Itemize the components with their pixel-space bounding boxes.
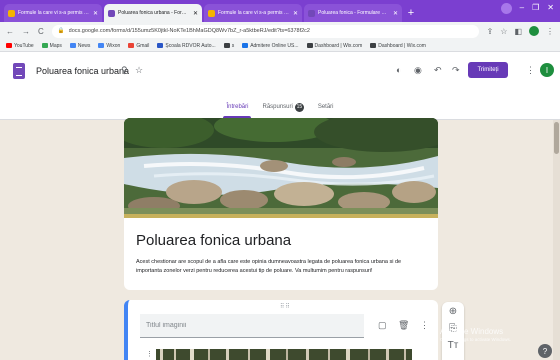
gmail-icon bbox=[128, 43, 135, 48]
bookmarks-bar: YouTube Maps News Wixon Gmail Școala RDV… bbox=[0, 40, 560, 52]
browser-menu-icon[interactable]: ⋮ bbox=[546, 27, 554, 36]
watermark-subtitle: Go to Settings to activate Windows. bbox=[440, 337, 512, 342]
document-title[interactable]: Poluarea fonica urbana bbox=[36, 66, 129, 76]
youtube-icon bbox=[6, 43, 12, 48]
responses-count-badge: 15 bbox=[294, 102, 304, 112]
windows-watermark: Activate Windows Go to Settings to activ… bbox=[440, 327, 511, 342]
maximize-button[interactable]: ❐ bbox=[532, 3, 539, 14]
bookmark-wixon[interactable]: Wixon bbox=[98, 43, 120, 49]
wixon-icon bbox=[98, 43, 105, 48]
browser-avatar[interactable] bbox=[529, 26, 539, 36]
avatar[interactable]: I bbox=[540, 63, 554, 77]
news-icon bbox=[69, 43, 76, 48]
tab-favicon-icon bbox=[208, 9, 215, 17]
tab-label: Formule la care vi s-a permis s... bbox=[218, 10, 290, 16]
admitere-icon bbox=[242, 43, 249, 48]
form-description[interactable]: Acest chestionar are scopul de a afla ca… bbox=[136, 258, 426, 275]
scoala-icon bbox=[157, 43, 164, 48]
bookmark-scoala[interactable]: Școala RDVOR Auto... bbox=[157, 43, 216, 49]
tab-label: Formule la care vi s-a permis s... bbox=[18, 10, 90, 16]
bookmark-admitere[interactable]: Admitere Online US... bbox=[242, 43, 299, 49]
page-scrollbar[interactable] bbox=[553, 120, 560, 360]
close-icon[interactable]: ✕ bbox=[93, 10, 98, 17]
lock-icon: 🔒 bbox=[57, 28, 65, 34]
forms-tabs: Întrebări Răspunsuri 15 Setări bbox=[0, 96, 560, 118]
addon-icon[interactable]: ⚲ bbox=[121, 65, 128, 76]
forest-image[interactable] bbox=[156, 348, 412, 360]
bookmark-youtube[interactable]: YouTube bbox=[6, 43, 34, 49]
river-landscape-image bbox=[124, 118, 438, 214]
tab-label: Poluarea fonica - Formulare Go... bbox=[318, 10, 390, 16]
more-options-icon[interactable]: ⋮ bbox=[420, 320, 429, 331]
tab-responses[interactable]: Răspunsuri 15 bbox=[259, 96, 306, 118]
redo-icon[interactable]: ↷ bbox=[452, 65, 460, 76]
tab-label: Poluarea fonica urbana - Formul... bbox=[118, 10, 190, 16]
back-button[interactable]: ← bbox=[6, 27, 14, 36]
share-icon[interactable]: ⇪ bbox=[487, 27, 494, 36]
copy-icon[interactable]: ▢ bbox=[378, 320, 387, 331]
sidepanel-icon[interactable]: ◧ bbox=[514, 27, 522, 36]
more-icon[interactable]: ⋮ bbox=[526, 65, 535, 76]
wix-icon bbox=[370, 43, 377, 48]
tab-favicon-icon bbox=[8, 9, 15, 17]
url-text: docs.google.com/forms/d/155umz5K0jtkl-No… bbox=[68, 28, 310, 34]
close-window-button[interactable]: ✕ bbox=[547, 3, 554, 14]
star-icon[interactable]: ☆ bbox=[135, 65, 143, 76]
bookmark-s[interactable]: s bbox=[223, 43, 234, 49]
bookmark-wix-dashboard-1[interactable]: Dashboard | Wix.com bbox=[306, 43, 362, 49]
browser-tab-3[interactable]: Formule la care vi s-a permis s... ✕ bbox=[204, 4, 302, 22]
reload-button[interactable]: C bbox=[38, 27, 44, 36]
tab-questions[interactable]: Întrebări bbox=[223, 96, 252, 118]
minimize-button[interactable]: – bbox=[520, 3, 524, 14]
tab-favicon-icon bbox=[108, 9, 115, 17]
maps-icon bbox=[41, 43, 48, 48]
send-button[interactable]: Trimiteți bbox=[468, 62, 508, 78]
wix-icon bbox=[306, 43, 313, 48]
browser-tab-strip: Formule la care vi s-a permis s... ✕ Pol… bbox=[0, 0, 560, 22]
profile-icon[interactable] bbox=[500, 3, 512, 14]
preview-icon[interactable]: ◉ bbox=[414, 65, 422, 76]
help-button[interactable]: ? bbox=[538, 344, 552, 358]
close-icon[interactable]: ✕ bbox=[393, 10, 398, 17]
drag-handle[interactable]: ⠿⠿ bbox=[280, 303, 291, 310]
header-banner-image bbox=[124, 118, 438, 214]
forms-logo-icon[interactable] bbox=[13, 63, 25, 79]
form-title[interactable]: Poluarea fonica urbana bbox=[136, 232, 426, 249]
forest-image-graphic bbox=[156, 349, 412, 360]
tab-settings[interactable]: Setări bbox=[315, 96, 337, 118]
window-controls: – ❐ ✕ bbox=[500, 3, 554, 14]
image-item-card[interactable]: ⠿⠿ ▢ 🗑 ⋮ ⋮ bbox=[124, 300, 438, 360]
bookmark-wix-dashboard-2[interactable]: Dashboard | Wix.com bbox=[370, 43, 426, 49]
star-icon[interactable]: ☆ bbox=[500, 27, 507, 36]
close-icon[interactable]: ✕ bbox=[293, 10, 298, 17]
scrollbar-thumb[interactable] bbox=[554, 122, 559, 154]
undo-icon[interactable]: ↶ bbox=[434, 65, 442, 76]
forward-button[interactable]: → bbox=[22, 27, 30, 36]
address-bar: ← → C 🔒 docs.google.com/forms/d/155umz5K… bbox=[0, 22, 560, 40]
new-tab-button[interactable]: + bbox=[404, 6, 418, 20]
url-field[interactable]: 🔒 docs.google.com/forms/d/155umz5K0jtkl-… bbox=[51, 24, 479, 38]
bookmark-gmail[interactable]: Gmail bbox=[128, 43, 149, 49]
watermark-title: Activate Windows bbox=[440, 327, 504, 336]
tab-favicon-icon bbox=[308, 9, 315, 17]
form-title-card[interactable]: Poluarea fonica urbana Acest chestionar … bbox=[124, 214, 438, 290]
image-menu-icon[interactable]: ⋮ bbox=[146, 350, 153, 358]
palette-icon[interactable]: ◐ bbox=[396, 65, 401, 75]
forms-header: Poluarea fonica urbana ⚲ ☆ ◐ ◉ ↶ ↷ Trimi… bbox=[0, 52, 560, 120]
browser-tab-2[interactable]: Poluarea fonica urbana - Formul... ✕ bbox=[104, 4, 202, 22]
browser-tab-4[interactable]: Poluarea fonica - Formulare Go... ✕ bbox=[304, 4, 402, 22]
close-icon[interactable]: ✕ bbox=[193, 10, 198, 17]
browser-tab-1[interactable]: Formule la care vi s-a permis s... ✕ bbox=[4, 4, 102, 22]
image-title-input[interactable] bbox=[140, 314, 364, 338]
bookmark-news[interactable]: News bbox=[69, 43, 90, 49]
add-question-icon[interactable]: ⊕ bbox=[449, 306, 457, 317]
delete-icon[interactable]: 🗑 bbox=[398, 320, 409, 331]
globe-icon bbox=[223, 43, 230, 48]
bookmark-maps[interactable]: Maps bbox=[41, 43, 62, 49]
